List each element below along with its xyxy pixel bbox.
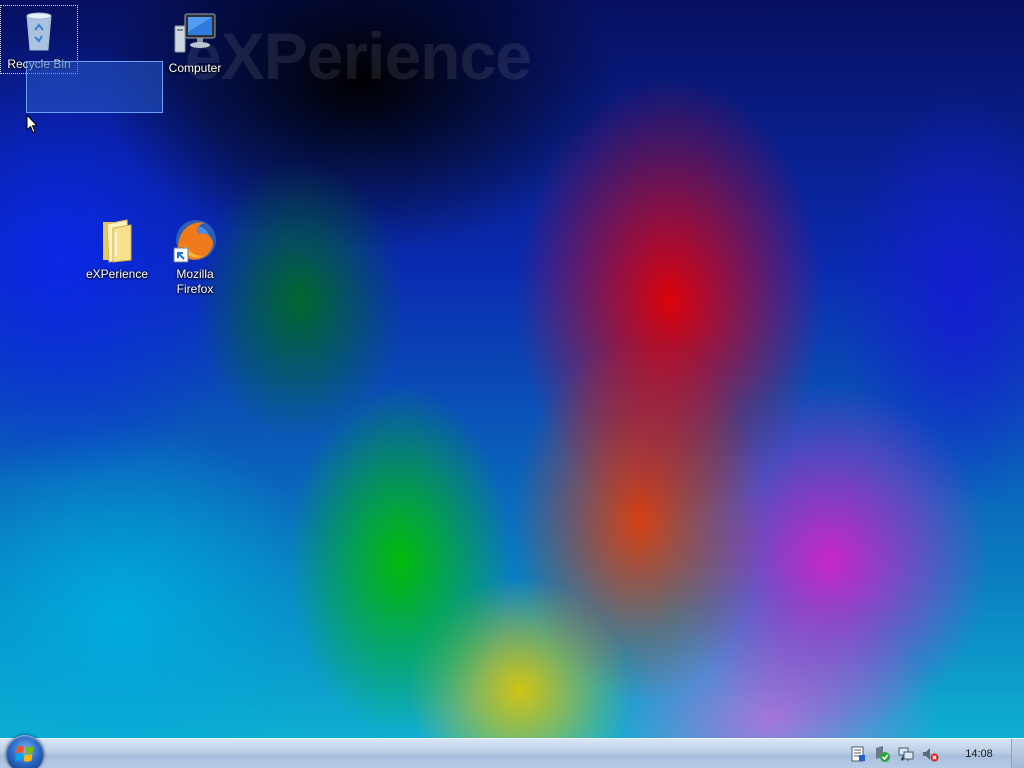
folder-icon (93, 216, 141, 264)
network-icon[interactable] (897, 745, 915, 763)
show-desktop-button[interactable] (1011, 739, 1024, 768)
wallpaper-watermark: eXPerience (185, 19, 532, 93)
clock[interactable]: 14:08 (949, 748, 1009, 760)
windows-logo-icon (15, 745, 34, 762)
start-button[interactable] (6, 735, 44, 768)
mouse-cursor-icon (26, 113, 39, 134)
taskbar: 14:08 (0, 735, 1024, 768)
action-center-icon[interactable] (849, 745, 867, 763)
volume-muted-icon[interactable] (921, 745, 939, 763)
desktop-icon-mozilla-firefox[interactable]: Mozilla Firefox (157, 216, 233, 297)
security-icon[interactable] (873, 745, 891, 763)
computer-icon (171, 10, 219, 58)
experience-folder-label: eXPerience (85, 267, 149, 281)
system-tray: 14:08 (849, 739, 1024, 768)
desktop-icon-experience-folder[interactable]: eXPerience (79, 216, 155, 282)
computer-label: Computer (168, 61, 222, 75)
desktop[interactable]: eXPerience Recycle Bin Compu (0, 0, 1024, 768)
desktop-icon-computer[interactable]: Computer (157, 10, 233, 76)
mozilla-firefox-label: Mozilla Firefox (176, 267, 214, 296)
firefox-icon (171, 216, 219, 264)
selection-rectangle (26, 61, 163, 113)
recycle-bin-icon (15, 6, 63, 54)
